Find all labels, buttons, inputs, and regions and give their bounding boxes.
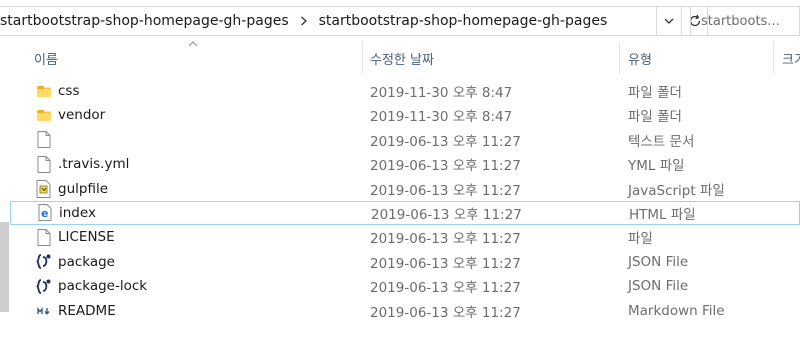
- file-date: 2019-06-13 오후 11:27: [370, 304, 521, 321]
- markdown-file-icon: [35, 299, 53, 323]
- file-date: 2019-11-30 오후 8:47: [370, 109, 513, 126]
- column-header-name-label: 이름: [34, 52, 58, 68]
- json-file-icon: [35, 250, 53, 274]
- address-history-button[interactable]: [657, 6, 682, 36]
- column-header-date[interactable]: 수정한 날짜: [370, 42, 618, 74]
- column-divider[interactable]: [362, 42, 363, 74]
- chevron-down-icon: [664, 18, 674, 24]
- file-type: 파일 폴더: [628, 109, 682, 126]
- file-date: 2019-06-13 오후 11:27: [370, 158, 521, 175]
- file-icon: [35, 152, 53, 176]
- file-row[interactable]: package-lock 2019-06-13 오후 11:27 JSON Fi…: [10, 274, 800, 298]
- file-date: 2019-06-13 오후 11:27: [371, 206, 522, 223]
- address-bar[interactable]: startbootstrap-shop-homepage-gh-pages st…: [0, 6, 657, 36]
- file-type: 파일 폴더: [628, 85, 682, 101]
- file-name: .travis.yml: [58, 156, 130, 173]
- nav-pane-scrollbar-thumb[interactable]: [0, 222, 9, 312]
- file-type: Markdown File: [628, 302, 725, 319]
- file-date: 2019-06-13 오후 11:27: [370, 133, 521, 150]
- file-icon: [35, 225, 53, 249]
- chevron-right-icon[interactable]: [293, 7, 315, 35]
- file-row[interactable]: 2019-06-13 오후 11:27 텍스트 문서: [10, 128, 800, 152]
- column-header-size[interactable]: 크기: [782, 42, 800, 74]
- file-date: 2019-11-30 오후 8:47: [370, 85, 513, 101]
- breadcrumb-item[interactable]: startbootstrap-shop-homepage-gh-pages: [0, 13, 293, 29]
- nav-pane-edge: [0, 42, 9, 337]
- file-type: JavaScript 파일: [628, 182, 725, 199]
- file-row[interactable]: vendor 2019-11-30 오후 8:47 파일 폴더: [10, 103, 800, 127]
- folder-icon: [35, 103, 53, 127]
- file-name: css: [58, 83, 80, 99]
- file-name: package-lock: [58, 278, 148, 295]
- file-row-selected[interactable]: e index 2019-06-13 오후 11:27 HTML 파일: [10, 200, 800, 226]
- search-input[interactable]: [701, 13, 800, 29]
- folder-icon: [35, 79, 53, 103]
- column-header: 이름 수정한 날짜 유형 크기: [10, 41, 800, 74]
- file-row[interactable]: LICENSE 2019-06-13 오후 11:27 파일: [10, 225, 800, 249]
- file-row[interactable]: package 2019-06-13 오후 11:27 JSON File: [10, 250, 800, 274]
- search-box[interactable]: [690, 6, 800, 36]
- file-name: README: [58, 302, 116, 319]
- file-name: package: [58, 253, 115, 270]
- file-date: 2019-06-13 오후 11:27: [370, 255, 521, 272]
- file-list: css 2019-11-30 오후 8:47 파일 폴더 vendor 2019…: [10, 79, 800, 323]
- column-header-name[interactable]: 이름: [34, 42, 360, 74]
- edge-html-icon: e: [36, 201, 54, 225]
- file-type: 파일: [628, 231, 653, 248]
- file-date: 2019-06-13 오후 11:27: [370, 231, 521, 248]
- file-type: 텍스트 문서: [628, 133, 695, 150]
- column-divider[interactable]: [619, 42, 620, 74]
- file-date: 2019-06-13 오후 11:27: [370, 182, 521, 199]
- breadcrumb-item[interactable]: startbootstrap-shop-homepage-gh-pages: [315, 13, 612, 29]
- file-row[interactable]: .travis.yml 2019-06-13 오후 11:27 YML 파일: [10, 152, 800, 176]
- file-type: YML 파일: [628, 158, 685, 175]
- script-file-icon: [35, 177, 53, 201]
- column-header-date-label: 수정한 날짜: [370, 52, 434, 68]
- file-row[interactable]: css 2019-11-30 오후 8:47 파일 폴더: [10, 79, 800, 103]
- file-name: vendor: [58, 107, 106, 124]
- file-type: HTML 파일: [629, 206, 696, 223]
- file-name: gulpfile: [58, 180, 109, 197]
- file-name: index: [59, 204, 96, 221]
- file-row[interactable]: README 2019-06-13 오후 11:27 Markdown File: [10, 299, 800, 323]
- json-file-icon: [35, 274, 53, 298]
- column-header-size-label: 크기: [782, 52, 800, 68]
- column-header-type-label: 유형: [628, 52, 652, 68]
- column-header-type[interactable]: 유형: [628, 42, 768, 74]
- address-bar-area: startbootstrap-shop-homepage-gh-pages st…: [0, 0, 800, 42]
- file-row[interactable]: gulpfile 2019-06-13 오후 11:27 JavaScript …: [10, 177, 800, 201]
- column-divider[interactable]: [773, 42, 774, 74]
- text-file-icon: [35, 128, 53, 152]
- file-name: LICENSE: [58, 229, 115, 246]
- file-type: JSON File: [628, 253, 689, 270]
- svg-text:e: e: [41, 207, 48, 220]
- file-date: 2019-06-13 오후 11:27: [370, 280, 521, 297]
- file-type: JSON File: [628, 278, 689, 295]
